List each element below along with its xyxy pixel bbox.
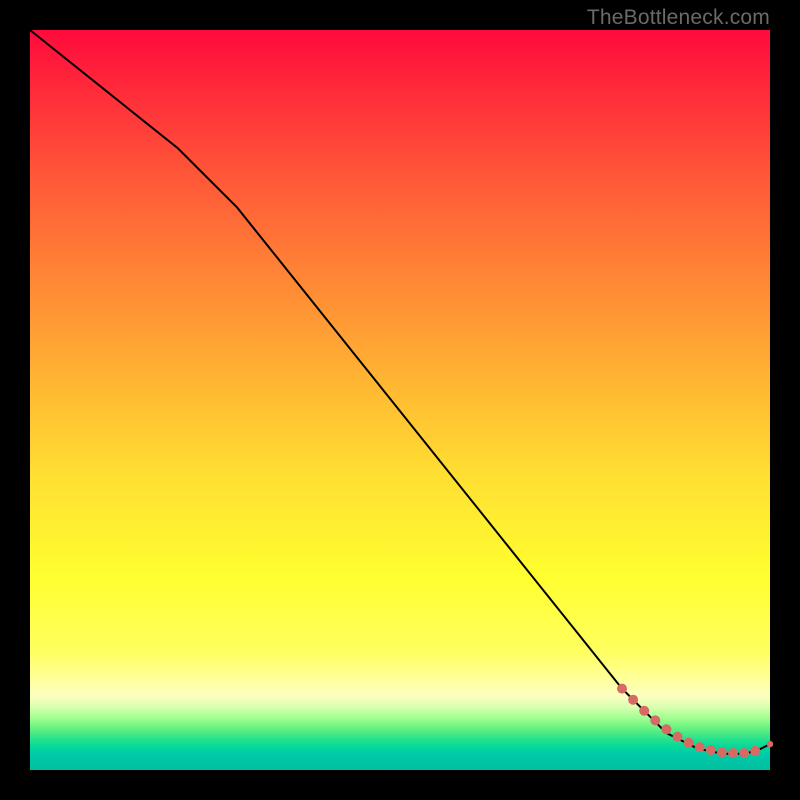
- marker-dot: [717, 747, 727, 757]
- marker-dot: [728, 748, 738, 758]
- marker-dot: [617, 684, 627, 694]
- marker-dot: [673, 732, 683, 742]
- watermark-text: TheBottleneck.com: [587, 6, 770, 30]
- marker-dot: [706, 745, 716, 755]
- chart-frame: TheBottleneck.com: [0, 0, 800, 800]
- curve-line: [30, 30, 770, 754]
- marker-dot: [628, 695, 638, 705]
- marker-dot: [739, 748, 749, 758]
- marker-dot: [650, 715, 660, 725]
- marker-dot: [767, 741, 773, 747]
- marker-dot: [661, 724, 671, 734]
- marker-dot: [750, 746, 760, 756]
- chart-overlay: [30, 30, 770, 770]
- marker-dot: [639, 706, 649, 716]
- bottom-marker-group: [617, 684, 773, 758]
- marker-dot: [684, 738, 694, 748]
- marker-dot: [695, 742, 705, 752]
